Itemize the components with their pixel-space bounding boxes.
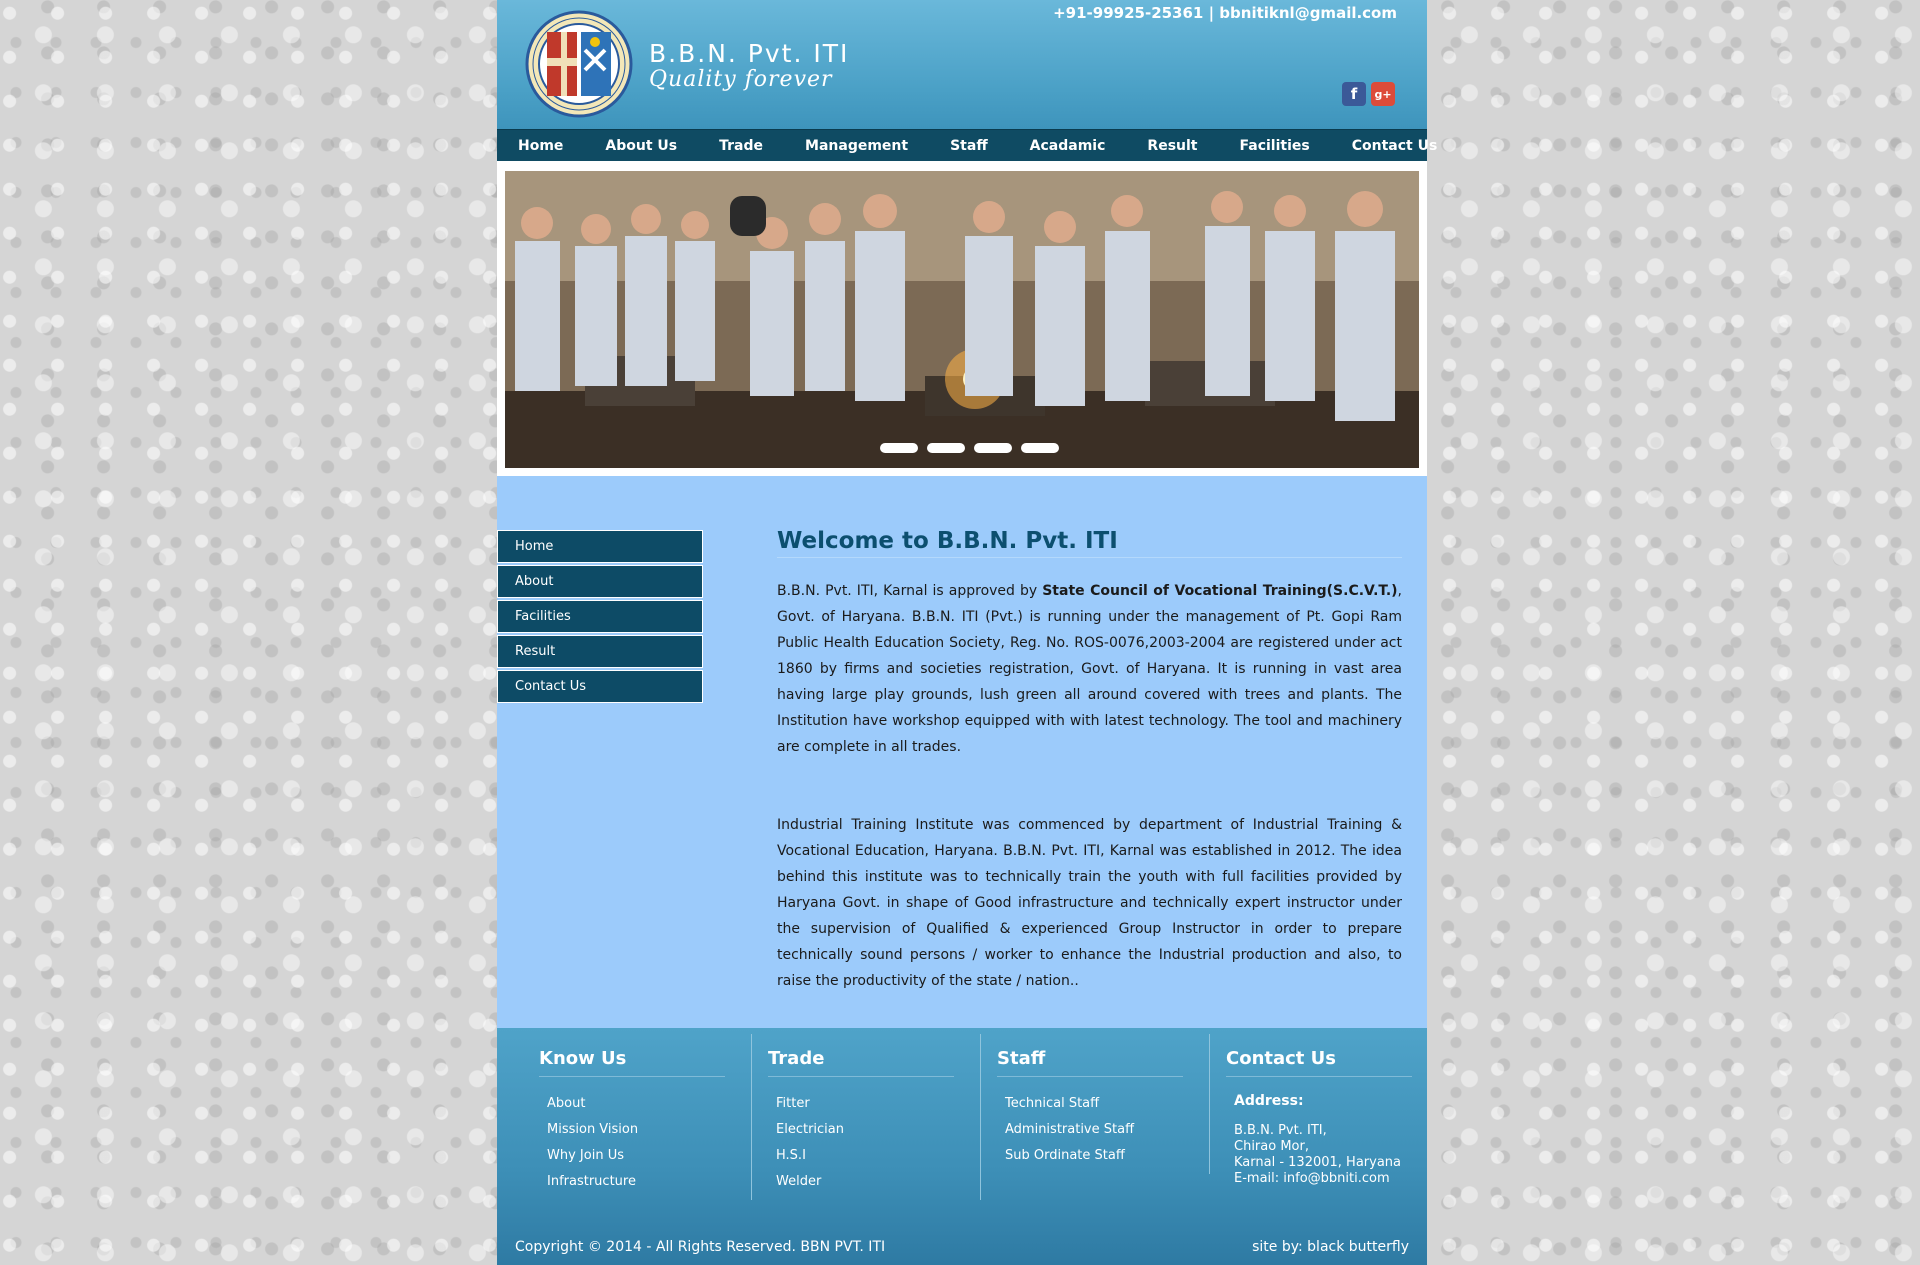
intro-text-bold: State Council of Vocational Training(S.C…: [1042, 583, 1398, 599]
hero-slider[interactable]: [505, 171, 1419, 468]
site-footer: Know Us About Mission Vision Why Join Us…: [497, 1028, 1427, 1265]
page-title: Welcome to B.B.N. Pvt. ITI: [777, 528, 1402, 558]
footer-trade-title: Trade: [768, 1034, 954, 1077]
nav-management[interactable]: Management: [784, 138, 929, 154]
side-item-facilities[interactable]: Facilities: [497, 600, 703, 633]
nav-staff[interactable]: Staff: [929, 138, 1009, 154]
page: B.B.N. Pvt. ITI Quality forever +91-9992…: [497, 0, 1437, 1265]
nav-contact-us[interactable]: Contact Us: [1331, 138, 1459, 154]
intro-text-start: B.B.N. Pvt. ITI, Karnal is approved by: [777, 583, 1043, 599]
footer-know-us: Know Us About Mission Vision Why Join Us…: [523, 1034, 752, 1200]
facebook-icon[interactable]: f: [1342, 82, 1366, 106]
site-credit[interactable]: site by: black butterfly: [1252, 1239, 1409, 1255]
footer-trade: Trade Fitter Electrician H.S.I Welder: [752, 1034, 981, 1200]
footer-contact-title: Contact Us: [1226, 1034, 1412, 1077]
history-paragraph: Industrial Training Institute was commen…: [777, 817, 1402, 989]
intro-text-rest: , Govt. of Haryana. B.B.N. ITI (Pvt.) is…: [777, 583, 1402, 755]
footer-link-infrastructure[interactable]: Infrastructure: [547, 1169, 751, 1195]
footer-link-administrative-staff[interactable]: Administrative Staff: [1005, 1117, 1209, 1143]
header-contact: +91-99925-25361 | bbnitiknl@gmail.com: [1053, 4, 1397, 22]
footer-link-hsi[interactable]: H.S.I: [776, 1143, 980, 1169]
nav-home[interactable]: Home: [497, 138, 584, 154]
googleplus-icon[interactable]: g+: [1371, 82, 1395, 106]
site-header: B.B.N. Pvt. ITI Quality forever +91-9992…: [497, 0, 1427, 129]
brand: B.B.N. Pvt. ITI Quality forever: [649, 40, 849, 92]
slide-dot-4[interactable]: [1021, 443, 1059, 453]
slider-frame: [497, 161, 1427, 476]
footer-staff: Staff Technical Staff Administrative Sta…: [981, 1034, 1210, 1174]
side-menu: Home About Facilities Result Contact Us: [497, 530, 703, 705]
footer-link-electrician[interactable]: Electrician: [776, 1117, 980, 1143]
intro-paragraph: B.B.N. Pvt. ITI, Karnal is approved by S…: [777, 578, 1402, 760]
footer-staff-title: Staff: [997, 1034, 1183, 1077]
footer-link-technical-staff[interactable]: Technical Staff: [1005, 1091, 1209, 1117]
brand-name: B.B.N. Pvt. ITI: [649, 39, 850, 68]
footer-link-fitter[interactable]: Fitter: [776, 1091, 980, 1117]
main-content: Home About Facilities Result Contact Us …: [497, 476, 1427, 1028]
nav-academic[interactable]: Acadamic: [1009, 138, 1127, 154]
side-item-about[interactable]: About: [497, 565, 703, 598]
footer-link-mission-vision[interactable]: Mission Vision: [547, 1117, 751, 1143]
footer-link-welder[interactable]: Welder: [776, 1169, 980, 1195]
footer-know-us-title: Know Us: [539, 1034, 725, 1077]
side-item-contact-us[interactable]: Contact Us: [497, 670, 703, 703]
side-item-result[interactable]: Result: [497, 635, 703, 668]
brand-tagline: Quality forever: [649, 67, 833, 92]
footer-contact: Contact Us Address: B.B.N. Pvt. ITI, Chi…: [1210, 1034, 1438, 1200]
copyright: Copyright © 2014 - All Rights Reserved. …: [515, 1239, 886, 1255]
slide-dot-3[interactable]: [974, 443, 1012, 453]
address-email[interactable]: E-mail: info@bbniti.com: [1234, 1171, 1438, 1187]
footer-link-why-join-us[interactable]: Why Join Us: [547, 1143, 751, 1169]
address-line: B.B.N. Pvt. ITI,: [1234, 1123, 1327, 1138]
address-line: Karnal - 132001, Haryana: [1234, 1155, 1401, 1170]
footer-link-about[interactable]: About: [547, 1091, 751, 1117]
workshop-photo: [505, 171, 1419, 468]
nav-about-us[interactable]: About Us: [584, 138, 698, 154]
slide-dot-2[interactable]: [927, 443, 965, 453]
institute-logo[interactable]: [525, 10, 633, 118]
footer-link-sub-ordinate-staff[interactable]: Sub Ordinate Staff: [1005, 1143, 1209, 1169]
main-nav: Home About Us Trade Management Staff Aca…: [497, 129, 1437, 162]
side-item-home[interactable]: Home: [497, 530, 703, 563]
slider-dots: [880, 443, 1059, 453]
address-block: B.B.N. Pvt. ITI, Chirao Mor, Karnal - 13…: [1234, 1123, 1438, 1187]
slide-dot-1[interactable]: [880, 443, 918, 453]
nav-facilities[interactable]: Facilities: [1219, 138, 1331, 154]
nav-result[interactable]: Result: [1126, 138, 1218, 154]
nav-trade[interactable]: Trade: [698, 138, 784, 154]
welcome-section: Welcome to B.B.N. Pvt. ITI B.B.N. Pvt. I…: [777, 528, 1402, 989]
address-line: Chirao Mor,: [1234, 1139, 1309, 1154]
address-label: Address:: [1234, 1093, 1304, 1109]
